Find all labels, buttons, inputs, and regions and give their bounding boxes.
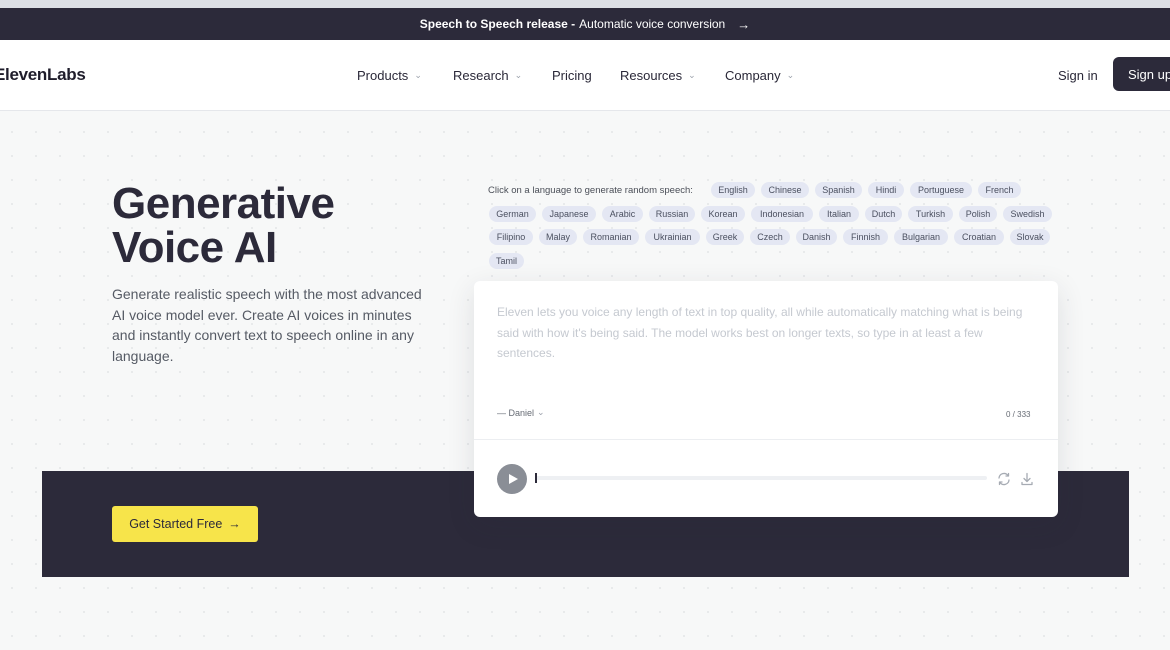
language-chip-indonesian[interactable]: Indonesian: [751, 206, 813, 222]
nav-products[interactable]: Products ⌄: [357, 68, 422, 83]
navbar: ElevenLabs Products ⌄ Research ⌄ Pricing…: [0, 40, 1170, 111]
language-prompt: Click on a language to generate random s…: [488, 185, 693, 196]
sign-in-link[interactable]: Sign in: [1058, 68, 1098, 83]
scrubber-handle[interactable]: [535, 473, 537, 483]
language-chip-malay[interactable]: Malay: [539, 229, 577, 245]
arrow-right-icon: →: [228, 517, 241, 531]
tts-demo-card: Eleven lets you voice any length of text…: [474, 281, 1058, 517]
nav-pricing-label: Pricing: [552, 68, 592, 83]
download-icon[interactable]: [1019, 471, 1035, 487]
language-chip-russian[interactable]: Russian: [649, 206, 695, 222]
language-chip-dutch[interactable]: Dutch: [865, 206, 902, 222]
nav-resources[interactable]: Resources ⌄: [620, 68, 696, 83]
language-chip-swedish[interactable]: Swedish: [1003, 206, 1052, 222]
language-chip-korean[interactable]: Korean: [701, 206, 745, 222]
language-chip-spanish[interactable]: Spanish: [815, 182, 862, 198]
chevron-down-icon: ⌄: [786, 70, 795, 80]
arrow-right-icon: →: [737, 16, 751, 32]
nav-products-label: Products: [357, 68, 409, 83]
language-chip-portuguese[interactable]: Portuguese: [910, 182, 972, 198]
announcement-bold: Speech to Speech release -: [419, 17, 576, 31]
nav-research-label: Research: [453, 68, 509, 83]
language-chip-czech[interactable]: Czech: [750, 229, 790, 245]
hero-title: Generative Voice AI: [112, 179, 335, 272]
nav-company-label: Company: [725, 68, 781, 83]
voice-name: — Daniel: [497, 407, 535, 418]
nav-resources-label: Resources: [620, 68, 683, 83]
language-chip-japanese[interactable]: Japanese: [542, 206, 596, 222]
language-chip-danish[interactable]: Danish: [796, 229, 837, 245]
language-chip-finnish[interactable]: Finnish: [843, 229, 888, 245]
announcement-bar[interactable]: Speech to Speech release - Automatic voi…: [0, 8, 1170, 40]
chevron-down-icon: ⌄: [414, 70, 422, 80]
scrubber-track: [535, 476, 987, 480]
character-counter: 0 / 333: [1006, 410, 1031, 419]
voice-selector[interactable]: — Daniel ⌄: [497, 407, 545, 418]
play-button[interactable]: [497, 464, 527, 494]
play-icon: [509, 474, 518, 484]
language-chip-polish[interactable]: Polish: [959, 206, 997, 222]
chevron-down-icon: ⌄: [537, 407, 545, 417]
announcement-text: Automatic voice conversion: [579, 17, 726, 31]
card-divider: [474, 439, 1058, 440]
language-chip-french[interactable]: French: [978, 182, 1021, 198]
language-chip-german[interactable]: German: [489, 206, 536, 222]
text-input[interactable]: Eleven lets you voice any length of text…: [497, 302, 1042, 364]
nav-pricing[interactable]: Pricing: [552, 68, 592, 83]
regenerate-icon[interactable]: [996, 471, 1012, 487]
chevron-down-icon: ⌄: [688, 70, 696, 80]
language-chip-greek[interactable]: Greek: [706, 229, 744, 245]
nav-research[interactable]: Research ⌄: [453, 68, 522, 83]
language-chip-filipino[interactable]: Filipino: [489, 229, 533, 245]
language-chip-english[interactable]: English: [711, 182, 755, 198]
logo[interactable]: ElevenLabs: [0, 65, 86, 85]
language-chip-chinese[interactable]: Chinese: [761, 182, 809, 198]
audio-scrubber[interactable]: [535, 473, 987, 483]
language-chip-slovak[interactable]: Slovak: [1010, 229, 1050, 245]
sign-up-button[interactable]: Sign up: [1113, 57, 1170, 91]
get-started-button[interactable]: Get Started Free →: [112, 506, 258, 542]
hero-title-line1: Generative: [112, 179, 335, 228]
language-chip-italian[interactable]: Italian: [819, 206, 859, 222]
chevron-down-icon: ⌄: [514, 70, 523, 80]
browser-top-strip: [0, 0, 1170, 8]
language-chip-bulgarian[interactable]: Bulgarian: [894, 229, 948, 245]
language-chip-turkish[interactable]: Turkish: [908, 206, 953, 222]
nav-company[interactable]: Company ⌄: [725, 68, 794, 83]
language-chip-hindi[interactable]: Hindi: [868, 182, 904, 198]
language-chip-ukrainian[interactable]: Ukrainian: [645, 229, 700, 245]
get-started-label: Get Started Free: [129, 517, 223, 531]
hero-title-line2: Voice AI: [112, 223, 277, 272]
language-chip-tamil[interactable]: Tamil: [489, 253, 524, 269]
language-chip-romanian[interactable]: Romanian: [583, 229, 639, 245]
hero-description: Generate realistic speech with the most …: [112, 286, 422, 364]
language-chip-arabic[interactable]: Arabic: [602, 206, 643, 222]
language-chip-croatian[interactable]: Croatian: [954, 229, 1004, 245]
